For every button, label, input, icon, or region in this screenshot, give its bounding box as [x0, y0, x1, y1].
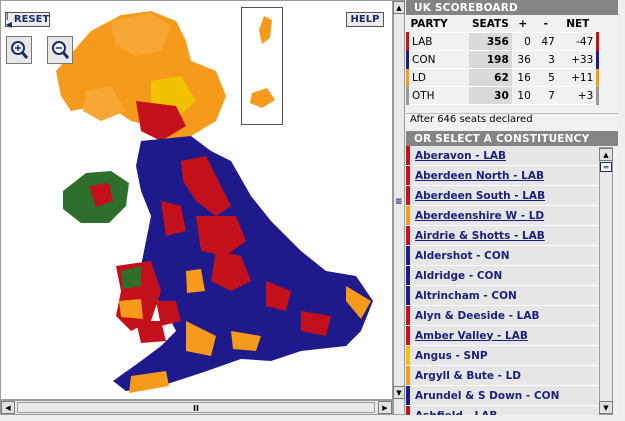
constituency-item[interactable]: Alyn & Deeside - LAB	[406, 306, 598, 326]
scoreboard-row-oth: OTH 30 10 7 +3	[406, 86, 600, 105]
constituency-label: Aberdeenshire W - LD	[415, 209, 545, 222]
constituency-item[interactable]: Altrincham - CON	[406, 286, 598, 306]
party-color-bar	[406, 266, 410, 285]
scoreboard-header-row: PARTY SEATS + - NET	[407, 15, 598, 33]
reset-button[interactable]: |◀ RESET	[5, 10, 50, 29]
constituency-item[interactable]: Aberdeen South - LAB	[406, 186, 598, 206]
constituency-label: Aldridge - CON	[415, 269, 503, 282]
constituency-label: Ashfield - LAB	[415, 410, 497, 416]
constituency-label: Aberavon - LAB	[415, 149, 507, 162]
constituency-item[interactable]: Aldershot - CON	[406, 246, 598, 266]
constituency-item[interactable]: Airdrie & Shotts - LAB	[406, 226, 598, 246]
constituency-label: Amber Valley - LAB	[415, 329, 528, 342]
reset-icon: |◀	[5, 10, 12, 29]
party-color-bar	[406, 226, 410, 245]
zoom-in-button[interactable]	[6, 36, 32, 64]
party-color-bar	[406, 186, 410, 205]
constituency-title: OR SELECT A CONSTITUENCY	[406, 131, 618, 146]
constituency-label: Argyll & Bute - LD	[415, 369, 522, 382]
party-color-bar	[406, 146, 410, 165]
scoreboard-row-lab: LAB 356 0 47 -47	[406, 32, 600, 51]
scoreboard-table: PARTY SEATS + - NET LAB 356 0 47 -47 CON 198 36…	[406, 15, 600, 105]
constituency-item[interactable]: Argyll & Bute - LD	[406, 366, 598, 386]
constituency-item[interactable]: Amber Valley - LAB	[406, 326, 598, 346]
list-scroll-thumb[interactable]: ═	[600, 162, 612, 172]
map-horizontal-scrollbar[interactable]: ◀ II ▶	[0, 400, 393, 415]
shetland-islands	[250, 16, 275, 108]
scoreboard-row-ld: LD 62 16 5 +11	[406, 68, 600, 87]
constituency-scrollbar[interactable]: ▲ ═ ▼	[599, 147, 613, 415]
scoreboard-panel: UK SCOREBOARD PARTY SEATS + - NET LAB 356…	[406, 0, 618, 130]
party-color-bar	[406, 326, 410, 345]
constituency-label: Aberdeen North - LAB	[415, 169, 544, 182]
constituency-label: Aberdeen South - LAB	[415, 189, 546, 202]
constituency-label: Altrincham - CON	[415, 289, 517, 302]
constituency-item[interactable]: Ashfield - LAB	[406, 406, 598, 415]
scroll-right-arrow[interactable]: ▶	[378, 401, 392, 414]
party-color-bar	[406, 246, 410, 265]
help-label: HELP	[350, 14, 380, 25]
party-color-bar	[406, 366, 410, 385]
map-vscroll-grip-icon[interactable]: ≡	[395, 197, 403, 207]
constituency-item[interactable]: Aberdeen North - LAB	[406, 166, 598, 186]
zoom-out-icon	[52, 41, 69, 59]
party-color-bar	[406, 206, 410, 225]
scoreboard-row-con: CON 198 36 3 +33	[406, 50, 600, 69]
constituency-item[interactable]: Aldridge - CON	[406, 266, 598, 286]
list-scroll-down-arrow[interactable]: ▼	[599, 401, 613, 414]
scoreboard-title: UK SCOREBOARD	[406, 0, 618, 15]
zoom-out-button[interactable]	[47, 36, 73, 64]
scroll-left-arrow[interactable]: ◀	[1, 401, 15, 414]
help-button[interactable]: HELP	[346, 12, 384, 27]
election-map[interactable]: |◀ RESET HELP	[0, 0, 393, 400]
constituency-list[interactable]: Aberavon - LAB Aberdeen North - LAB Aberde…	[406, 146, 598, 415]
party-color-bar	[406, 166, 410, 185]
zoom-in-icon	[11, 41, 28, 59]
constituency-label: Airdrie & Shotts - LAB	[415, 229, 545, 242]
party-color-bar	[406, 406, 410, 415]
party-color-bar	[406, 286, 410, 305]
constituency-item[interactable]: Angus - SNP	[406, 346, 598, 366]
constituency-label: Alyn & Deeside - LAB	[415, 309, 540, 322]
party-color-bar	[406, 346, 410, 365]
reset-label: RESET	[13, 14, 50, 25]
constituency-item[interactable]: Arundel & S Down - CON	[406, 386, 598, 406]
map-scroll-down-arrow[interactable]: ▼	[393, 386, 405, 399]
party-color-bar	[406, 386, 410, 405]
seats-declared-note: After 646 seats declared	[406, 113, 618, 128]
constituency-panel: OR SELECT A CONSTITUENCY Aberavon - LAB A…	[406, 131, 618, 415]
constituency-item[interactable]: Aberavon - LAB	[406, 146, 598, 166]
constituency-label: Aldershot - CON	[415, 249, 510, 262]
constituency-label: Arundel & S Down - CON	[415, 389, 560, 402]
constituency-item[interactable]: Aberdeenshire W - LD	[406, 206, 598, 226]
party-color-bar	[406, 306, 410, 325]
map-vertical-scrollbar[interactable]: ▲ ≡ ▼	[393, 0, 405, 415]
map-scroll-up-arrow[interactable]: ▲	[393, 1, 405, 14]
map-hscroll-thumb[interactable]: II	[17, 402, 375, 413]
constituency-label: Angus - SNP	[415, 349, 488, 362]
shetland-inset	[241, 7, 283, 125]
list-scroll-up-arrow[interactable]: ▲	[599, 148, 613, 161]
